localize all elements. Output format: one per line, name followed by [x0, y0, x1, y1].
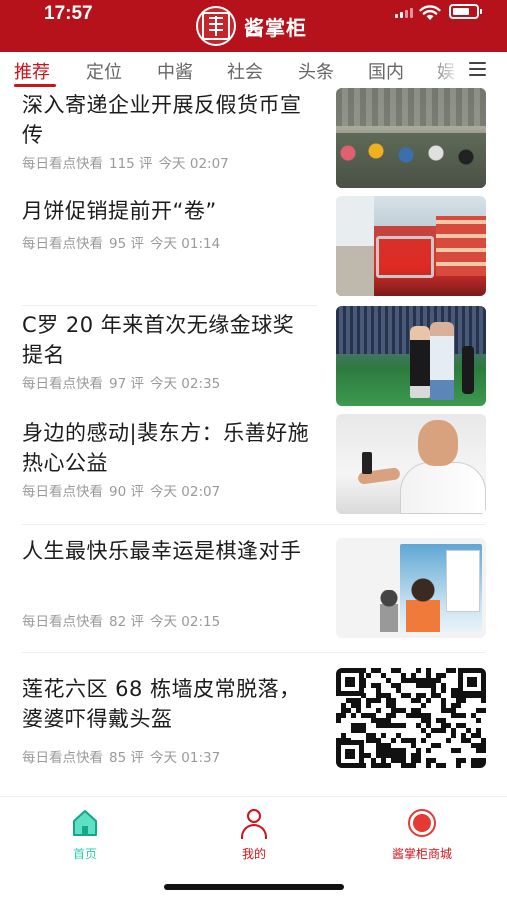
status-time: 17:57 [44, 3, 93, 24]
news-time: 今天 02:35 [149, 376, 221, 392]
news-item[interactable]: C罗 20 年来首次无缘金球奖提名 每日看点快看 97 评今天 02:35 [0, 306, 507, 414]
nav-mine-label: 我的 [241, 847, 266, 861]
news-item[interactable]: 莲花六区 68 栋墙皮常脱落，婆婆吓得戴头盔 每日看点快看 85 评今天 01:3… [0, 654, 507, 796]
news-title[interactable]: 月饼促销提前开“卷” [22, 196, 312, 226]
tab-society[interactable]: 社会 [227, 58, 263, 84]
nav-shop[interactable]: 酱掌柜商城 [362, 807, 482, 862]
news-meta: 每日看点快看 82 评今天 02:15 [22, 610, 226, 630]
signal-icon [395, 8, 413, 18]
person-icon [238, 807, 270, 839]
record-icon [406, 807, 438, 839]
news-time: 今天 02:15 [149, 614, 221, 630]
tab-zhongjiang[interactable]: 中酱 [157, 58, 193, 84]
news-title[interactable]: C罗 20 年来首次无缘金球奖提名 [22, 310, 312, 370]
tab-location[interactable]: 定位 [86, 58, 122, 84]
brand: 酱掌柜 [196, 6, 307, 46]
tabs-fade [430, 52, 460, 88]
news-meta: 每日看点快看 85 评今天 01:37 [22, 746, 226, 766]
news-source: 每日看点快看 [22, 376, 103, 392]
battery-icon [449, 4, 482, 19]
qr-finder [336, 668, 364, 696]
app-logo-icon [196, 6, 236, 46]
news-meta: 每日看点快看 97 评今天 02:35 [22, 372, 226, 392]
nav-mine[interactable]: 我的 [194, 807, 314, 862]
news-comments: 95 评 [109, 236, 144, 252]
news-thumbnail[interactable] [336, 306, 486, 406]
news-source: 每日看点快看 [22, 484, 103, 500]
news-title[interactable]: 深入寄递企业开展反假货币宣传 [22, 90, 312, 150]
news-comments: 97 评 [109, 376, 144, 392]
tab-menu-icon[interactable] [462, 52, 507, 88]
nav-shop-label: 酱掌柜商城 [391, 847, 452, 861]
news-item[interactable]: 月饼促销提前开“卷” 每日看点快看 95 评今天 01:14 [0, 194, 507, 306]
app-title: 酱掌柜 [244, 15, 307, 40]
news-time: 今天 01:14 [149, 236, 221, 252]
news-item[interactable]: 身边的感动|裴东方：乐善好施 热心公益 每日看点快看 90 评今天 02:07 [0, 414, 507, 526]
qr-finder [336, 740, 364, 768]
news-comments: 85 评 [109, 750, 144, 766]
news-meta: 每日看点快看 95 评今天 01:14 [22, 232, 226, 252]
nav-home-label: 首页 [72, 847, 97, 861]
home-indicator[interactable] [164, 884, 344, 890]
news-title[interactable]: 人生最快乐最幸运是棋逢对手 [22, 536, 312, 566]
news-item[interactable]: 人生最快乐最幸运是棋逢对手 每日看点快看 82 评今天 02:15 [0, 526, 507, 654]
news-meta: 每日看点快看 90 评今天 02:07 [22, 480, 226, 500]
home-icon [69, 807, 101, 839]
news-thumbnail[interactable] [336, 88, 486, 188]
divider [22, 652, 485, 653]
news-source: 每日看点快看 [22, 236, 103, 252]
news-time: 今天 01:37 [149, 750, 221, 766]
news-title[interactable]: 莲花六区 68 栋墙皮常脱落，婆婆吓得戴头盔 [22, 674, 312, 734]
news-feed: 深入寄递企业开展反假货币宣传 每日看点快看 115 评今天 02:07 月饼促销提… [0, 88, 507, 796]
category-tabs: 推荐 定位 中酱 社会 头条 国内 娱 [0, 52, 507, 88]
news-item[interactable]: 深入寄递企业开展反假货币宣传 每日看点快看 115 评今天 02:07 [0, 88, 507, 192]
news-time: 今天 02:07 [158, 156, 229, 172]
news-source: 每日看点快看 [22, 156, 103, 172]
tab-headlines[interactable]: 头条 [298, 58, 334, 84]
tab-recommend[interactable]: 推荐 [14, 58, 50, 84]
divider [22, 524, 485, 525]
news-thumbnail[interactable] [336, 196, 486, 296]
news-source: 每日看点快看 [22, 750, 103, 766]
news-comments: 82 评 [109, 614, 144, 630]
app-header: 17:57 酱掌柜 [0, 0, 507, 52]
news-title[interactable]: 身边的感动|裴东方：乐善好施 热心公益 [22, 418, 312, 478]
news-time: 今天 02:07 [149, 484, 221, 500]
active-tab-indicator [14, 84, 56, 87]
news-comments: 115 评 [109, 156, 153, 172]
news-source: 每日看点快看 [22, 614, 103, 630]
nav-home[interactable]: 首页 [25, 807, 145, 862]
tab-domestic[interactable]: 国内 [368, 58, 404, 84]
news-meta: 每日看点快看 115 评今天 02:07 [22, 152, 235, 172]
news-comments: 90 评 [109, 484, 144, 500]
news-thumbnail[interactable] [336, 538, 486, 638]
wifi-icon [419, 4, 441, 21]
qr-finder [458, 668, 486, 696]
qr-code-thumbnail[interactable] [336, 668, 486, 768]
news-thumbnail[interactable] [336, 414, 486, 514]
